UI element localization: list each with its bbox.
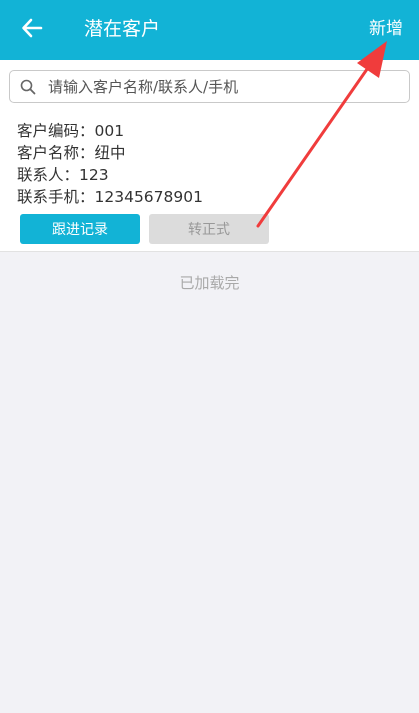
app-header: 潜在客户 新增 bbox=[0, 0, 419, 60]
search-box[interactable] bbox=[9, 70, 410, 103]
search-icon bbox=[20, 79, 36, 95]
add-customer-button[interactable]: 新增 bbox=[369, 0, 403, 60]
customer-contact: 联系人：123 bbox=[17, 166, 109, 184]
customer-card[interactable]: 客户编码：001 客户名称：纽中 联系人：123 联系手机：1234567890… bbox=[0, 113, 419, 252]
customer-code: 客户编码：001 bbox=[17, 122, 125, 140]
customer-name: 客户名称：纽中 bbox=[17, 144, 126, 162]
search-bar bbox=[0, 60, 419, 113]
arrow-left-icon bbox=[22, 18, 43, 38]
convert-formal-button[interactable]: 转正式 bbox=[149, 214, 269, 244]
customer-phone: 联系手机：12345678901 bbox=[17, 188, 203, 206]
list-end-status: 已加载完 bbox=[179, 274, 240, 292]
search-input[interactable] bbox=[48, 72, 403, 101]
back-button[interactable] bbox=[18, 14, 46, 42]
follow-record-button[interactable]: 跟进记录 bbox=[20, 214, 140, 244]
page-title: 潜在客户 bbox=[84, 18, 161, 40]
